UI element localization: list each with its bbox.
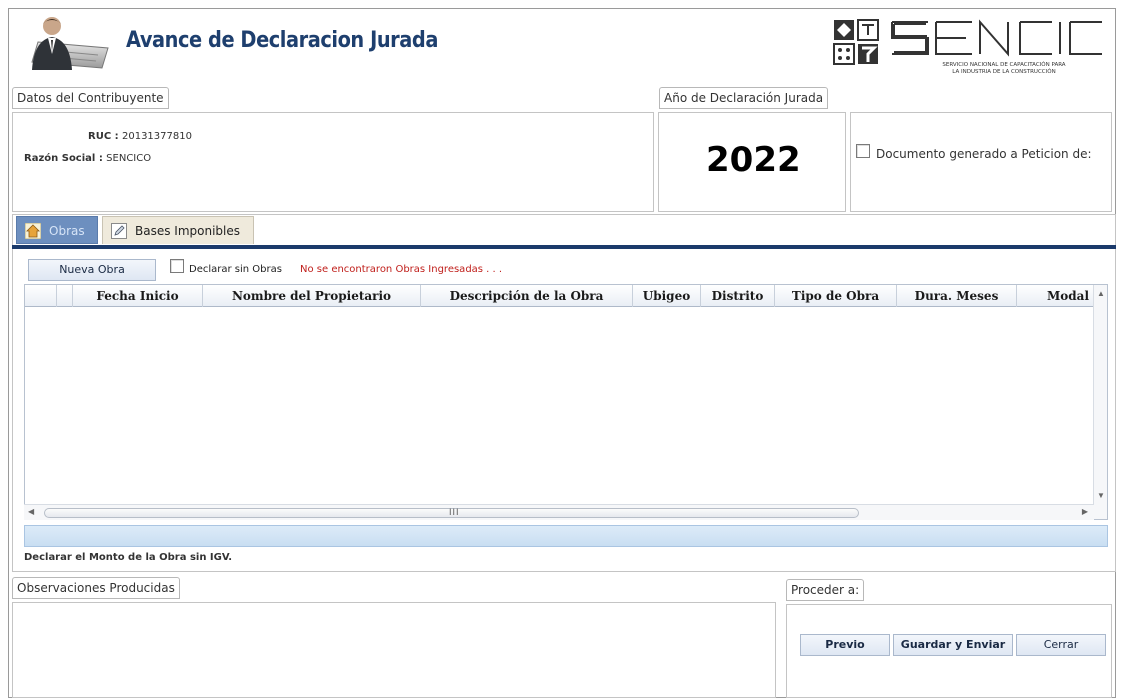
column-header-nombre-propietario[interactable]: Nombre del Propietario	[203, 285, 421, 307]
no-obras-warning: No se encontraron Obras Ingresadas . . .	[300, 264, 503, 275]
tab-obras[interactable]: Obras	[16, 216, 98, 244]
table-header: Fecha Inicio Nombre del Propietario Desc…	[25, 285, 1095, 307]
tab-bases-imponibles[interactable]: Bases Imponibles	[102, 216, 254, 244]
ruc-label: RUC :	[88, 131, 119, 142]
column-header-dura-meses[interactable]: Dura. Meses	[897, 285, 1017, 307]
tab-bases-label: Bases Imponibles	[135, 224, 240, 238]
ruc-value: 20131377810	[121, 131, 192, 142]
column-header-descripcion-obra[interactable]: Descripción de la Obra	[421, 285, 633, 307]
tab-underline	[12, 245, 1116, 249]
proceder-legend: Proceder a:	[786, 579, 865, 601]
column-header-fecha-inicio[interactable]: Fecha Inicio	[73, 285, 203, 307]
previo-button[interactable]: Previo	[800, 634, 890, 656]
businessman-logo-icon	[31, 17, 109, 70]
declarar-sin-obras-label: Declarar sin Obras	[189, 264, 282, 275]
monto-igv-note: Declarar el Monto de la Obra sin IGV.	[24, 552, 233, 563]
column-header-distrito[interactable]: Distrito	[701, 285, 775, 307]
horizontal-scroll-thumb[interactable]: III	[44, 507, 859, 518]
scroll-down-arrow-icon[interactable]: ▼	[1097, 491, 1105, 500]
brand-subtitle-2: LA INDUSTRIA DE LA CONSTRUCCIÓN	[952, 68, 1055, 75]
scroll-right-arrow-icon[interactable]: ▶	[1082, 507, 1088, 516]
vertical-scrollbar[interactable]: ▲ ▼	[1093, 285, 1107, 519]
peticion-label: Documento generado a Peticion de:	[876, 147, 1092, 161]
page-title: Avance de Declaracion Jurada	[126, 28, 438, 53]
contribuyente-legend: Datos del Contribuyente	[12, 87, 169, 109]
peticion-checkbox[interactable]	[856, 144, 870, 158]
observaciones-legend: Observaciones Producidas	[12, 577, 180, 599]
grid-status-bar	[24, 525, 1108, 547]
observaciones-textarea[interactable]	[18, 606, 772, 694]
declaration-year: 2022	[706, 140, 801, 180]
column-header-modal[interactable]: Modal	[1017, 285, 1095, 307]
razon-social-value: SENCICO	[106, 153, 152, 164]
edit-pencil-icon	[111, 223, 127, 239]
scroll-grip: III	[449, 507, 460, 517]
nueva-obra-button[interactable]: Nueva Obra	[28, 259, 156, 281]
column-header-tipo-obra[interactable]: Tipo de Obra	[775, 285, 897, 307]
anio-legend: Año de Declaración Jurada	[659, 87, 829, 109]
obras-table: Fecha Inicio Nombre del Propietario Desc…	[24, 284, 1108, 520]
guardar-enviar-button[interactable]: Guardar y Enviar	[893, 634, 1013, 656]
razon-social-row: Razón Social : SENCICO	[24, 150, 151, 164]
column-header-select[interactable]	[25, 285, 57, 307]
razon-social-label: Razón Social :	[24, 153, 103, 164]
declarar-sin-obras-checkbox[interactable]	[170, 259, 184, 273]
horizontal-scrollbar[interactable]: ◀ III ▶	[24, 504, 1094, 520]
scroll-left-arrow-icon[interactable]: ◀	[28, 507, 34, 516]
tab-obras-label: Obras	[49, 224, 85, 238]
column-header-index[interactable]	[57, 285, 73, 307]
scroll-up-arrow-icon[interactable]: ▲	[1097, 289, 1105, 298]
column-header-ubigeo[interactable]: Ubigeo	[633, 285, 701, 307]
sencico-logo: SERVICIO NACIONAL DE CAPACITACIÓN PARA L…	[833, 19, 1102, 75]
cerrar-button[interactable]: Cerrar	[1016, 634, 1106, 656]
brand-subtitle-1: SERVICIO NACIONAL DE CAPACITACIÓN PARA	[942, 61, 1065, 68]
ruc-row: RUC : 20131377810	[88, 128, 192, 142]
peticion-panel	[850, 112, 1112, 212]
home-icon	[25, 223, 41, 239]
